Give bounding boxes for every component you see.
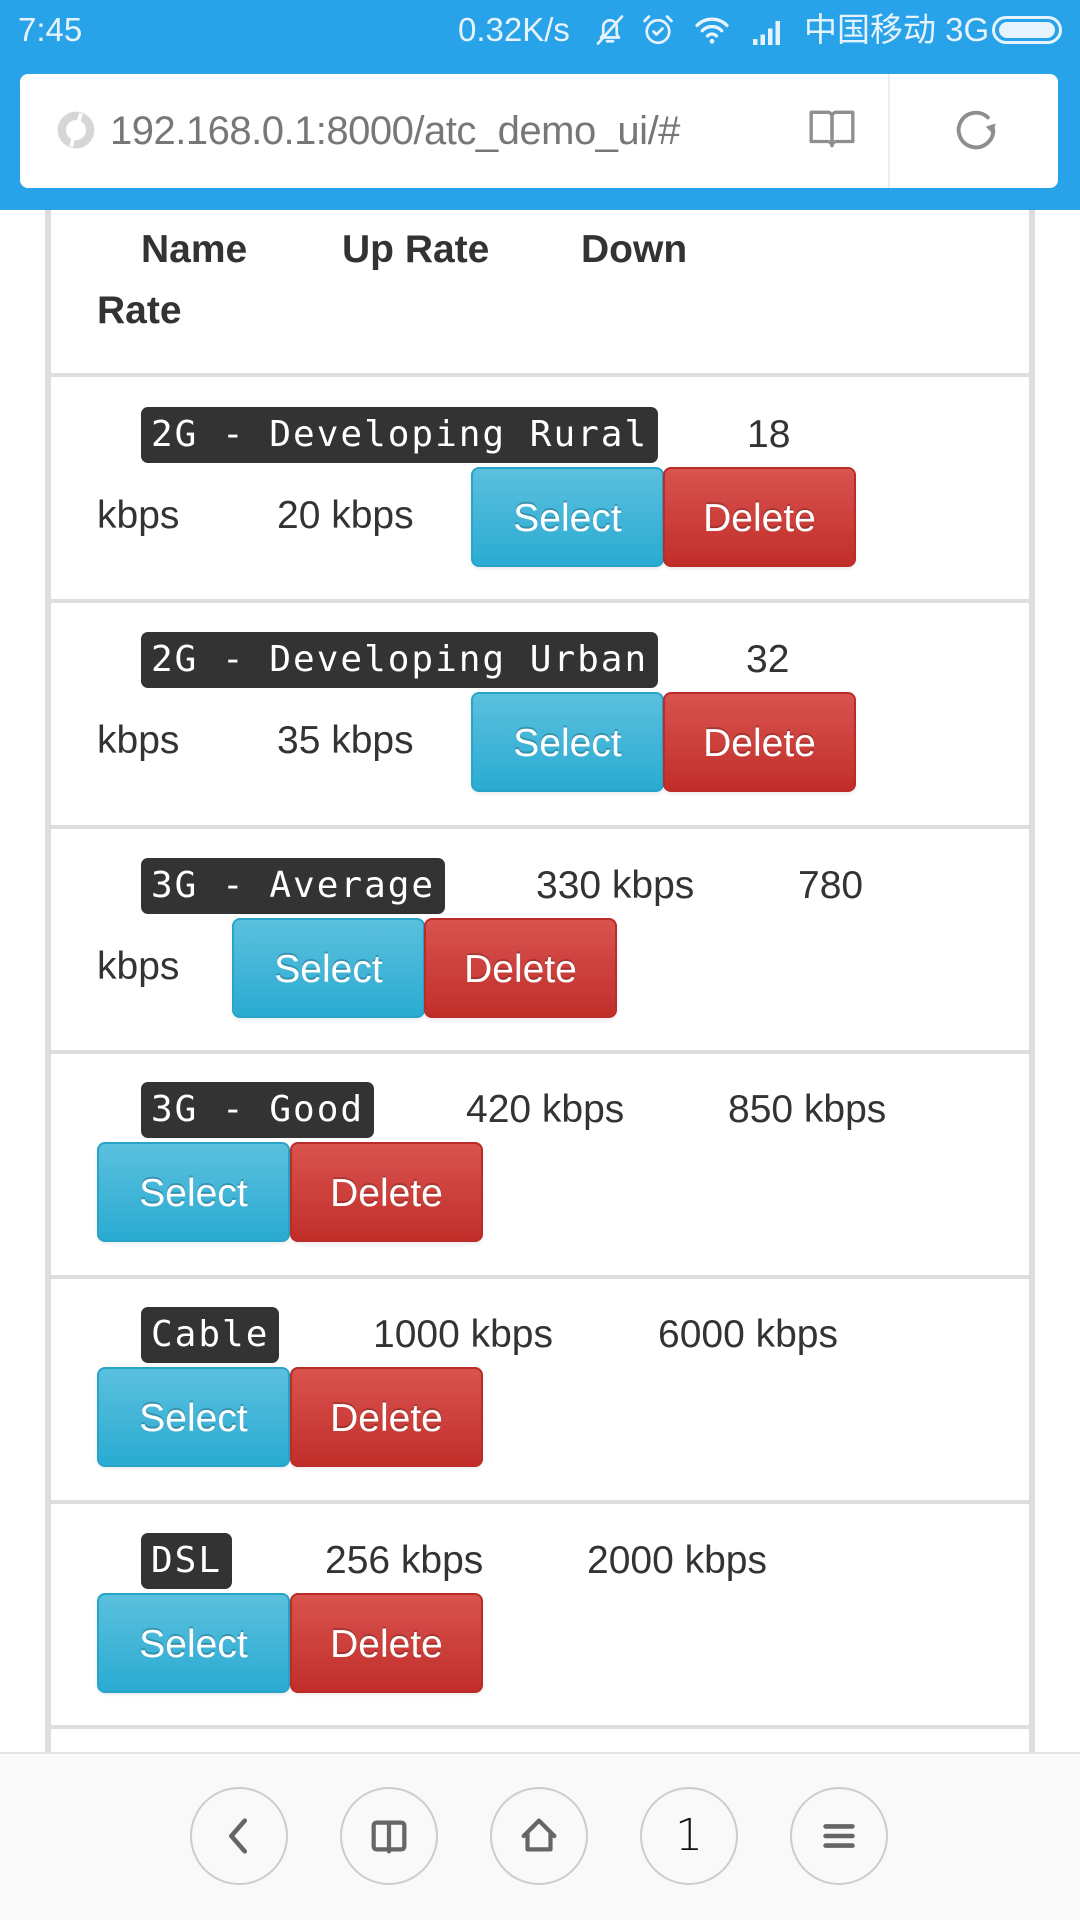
delete-button[interactable]: Delete bbox=[290, 1367, 483, 1467]
down-rate-value: 20 kbps bbox=[277, 494, 414, 537]
table-row: 3G - Good 420 kbps 850 kbps Select Delet… bbox=[51, 1054, 1029, 1275]
select-button[interactable]: Select bbox=[471, 467, 664, 567]
delete-button[interactable]: Delete bbox=[290, 1142, 483, 1242]
url-bar[interactable]: 192.168.0.1:8000/atc_demo_ui/# bbox=[20, 74, 1058, 188]
signal-icon bbox=[753, 21, 780, 45]
profile-name-label: 2G - Developing Urban bbox=[141, 632, 659, 688]
down-rate-value: 850 kbps bbox=[728, 1088, 887, 1131]
up-rate-value: 330 kbps bbox=[536, 864, 695, 907]
header-down: Down bbox=[581, 228, 688, 271]
profile-name-label: Cable bbox=[141, 1307, 280, 1363]
bell-off-icon bbox=[596, 15, 624, 45]
delete-button[interactable]: Delete bbox=[663, 467, 856, 567]
tabs-count: 1 bbox=[675, 1810, 703, 1861]
header-up-rate: Up Rate bbox=[342, 228, 490, 271]
home-button[interactable] bbox=[490, 1787, 588, 1885]
site-security-icon bbox=[57, 111, 95, 149]
battery-icon bbox=[992, 16, 1062, 44]
up-rate-value: 18 bbox=[747, 413, 791, 456]
up-rate-value: 420 kbps bbox=[466, 1088, 625, 1131]
status-carrier: 中国移动 3G bbox=[804, 11, 990, 48]
delete-button[interactable]: Delete bbox=[663, 692, 856, 792]
select-button[interactable]: Select bbox=[232, 918, 425, 1018]
up-rate-unit: kbps bbox=[97, 494, 180, 537]
delete-button[interactable]: Delete bbox=[424, 918, 617, 1018]
table-row: 2G - Developing Rural 18 kbps 20 kbps Se… bbox=[51, 377, 1029, 599]
table-row: Cable 1000 kbps 6000 kbps Select Delete bbox=[51, 1279, 1029, 1501]
profile-name-label: 3G - Average bbox=[141, 858, 446, 914]
header-name: Name bbox=[141, 228, 248, 271]
back-icon bbox=[229, 1818, 248, 1854]
profile-name-label: DSL bbox=[141, 1533, 233, 1589]
bookmarks-button[interactable] bbox=[340, 1787, 438, 1885]
down-rate-unit: kbps bbox=[97, 945, 180, 988]
url-text[interactable]: 192.168.0.1:8000/atc_demo_ui/# bbox=[110, 106, 680, 156]
down-rate-value: 6000 kbps bbox=[658, 1313, 838, 1356]
alarm-icon bbox=[643, 15, 673, 45]
profile-name-label: 2G - Developing Rural bbox=[141, 407, 659, 463]
delete-button[interactable]: Delete bbox=[290, 1593, 483, 1693]
up-rate-value: 32 bbox=[746, 638, 790, 681]
select-button[interactable]: Select bbox=[97, 1593, 290, 1693]
status-network-speed: 0.32K/s bbox=[458, 11, 570, 48]
up-rate-value: 1000 kbps bbox=[373, 1313, 553, 1356]
reload-icon[interactable] bbox=[950, 104, 1002, 156]
select-button[interactable]: Select bbox=[471, 692, 664, 792]
home-icon bbox=[521, 1818, 557, 1852]
menu-button[interactable] bbox=[790, 1787, 888, 1885]
table-row: 3G - Average 330 kbps 780 kbps Select De… bbox=[51, 829, 1029, 1050]
up-rate-unit: kbps bbox=[97, 719, 180, 762]
browser-bottom-nav: 1 bbox=[0, 1752, 1080, 1920]
browser-header: 7:45 0.32K/s 中国移动 3G 192.168.0.1:8000/at… bbox=[0, 0, 1080, 210]
select-button[interactable]: Select bbox=[97, 1367, 290, 1467]
url-bar-divider bbox=[888, 74, 890, 188]
down-rate-value: 780 bbox=[798, 864, 864, 907]
row-divider bbox=[51, 1725, 1029, 1729]
table-row: DSL 256 kbps 2000 kbps Select Delete bbox=[51, 1504, 1029, 1725]
down-rate-value: 35 kbps bbox=[277, 719, 414, 762]
select-button[interactable]: Select bbox=[97, 1142, 290, 1242]
bookmarks-icon bbox=[371, 1820, 407, 1854]
menu-icon bbox=[823, 1824, 855, 1848]
down-rate-value: 2000 kbps bbox=[587, 1539, 767, 1582]
wifi-icon bbox=[695, 17, 729, 44]
table-row: 2G - Developing Urban 32 kbps 35 kbps Se… bbox=[51, 603, 1029, 825]
book-icon[interactable] bbox=[806, 104, 858, 154]
profile-name-label: 3G - Good bbox=[141, 1082, 375, 1138]
back-button[interactable] bbox=[190, 1787, 288, 1885]
up-rate-value: 256 kbps bbox=[325, 1539, 484, 1582]
tabs-button[interactable]: 1 bbox=[640, 1787, 738, 1885]
header-rate: Rate bbox=[97, 289, 182, 332]
status-time: 7:45 bbox=[18, 11, 83, 48]
